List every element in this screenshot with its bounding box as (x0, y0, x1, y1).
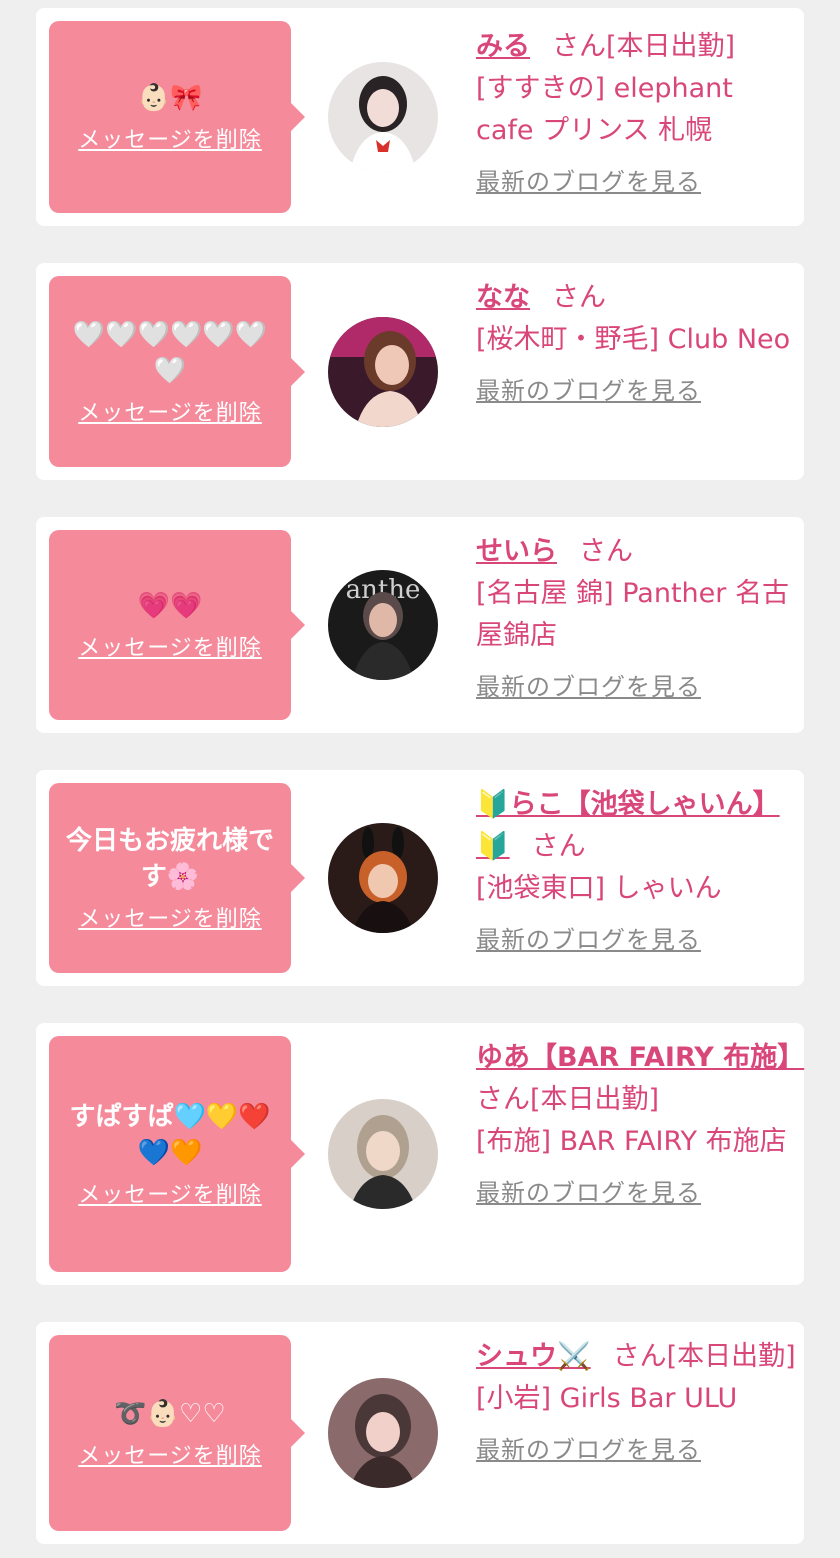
message-text: 👶🏻🎀 (137, 83, 203, 113)
cast-info: ゆあ【BAR FAIRY 布施】さん[本日出勤] [布施] BAR FAIRY … (476, 1037, 804, 1208)
delete-message-link[interactable]: メッセージを削除 (78, 122, 262, 154)
message-bubble: 👶🏻🎀 メッセージを削除 (49, 21, 305, 213)
message-list: 👶🏻🎀 メッセージを削除 みる さん[本日出勤] [すすきの] elephant … (0, 0, 840, 1558)
delete-message-link[interactable]: メッセージを削除 (78, 630, 262, 662)
working-today-badge: [本日出勤] (530, 1084, 660, 1115)
latest-blog-link[interactable]: 最新のブログを見る (476, 667, 701, 702)
avatar[interactable]: anthe (328, 570, 438, 680)
message-bubble: すぱすぱ🩵💛❤️💙🧡 メッセージを削除 (49, 1036, 305, 1272)
message-bubble: 今日もお疲れ様です🌸 メッセージを削除 (49, 783, 305, 973)
cast-name-link[interactable]: シュウ⚔️ (476, 1341, 591, 1372)
name-line: ゆあ【BAR FAIRY 布施】さん[本日出勤] (476, 1037, 804, 1121)
delete-message-link[interactable]: メッセージを削除 (78, 1438, 262, 1470)
shop-name: [桜木町・野毛] Club Neo (476, 324, 791, 355)
cast-name-link[interactable]: ゆあ【BAR FAIRY 布施】 (476, 1042, 804, 1073)
shop-name: [池袋東口] しゃいん (476, 873, 722, 904)
honorific: さん (612, 1341, 667, 1372)
delete-message-link[interactable]: メッセージを削除 (78, 395, 262, 427)
cast-info: なな さん [桜木町・野毛] Club Neo 最新のブログを見る (476, 277, 798, 406)
avatar-image: anthe (328, 570, 438, 680)
name-line: せいら さん (476, 531, 798, 573)
name-line: 🔰らこ【池袋しゃいん】🔰 さん (476, 784, 798, 868)
honorific: さん (552, 31, 606, 62)
cast-name-link[interactable]: みる (476, 31, 530, 62)
latest-blog-link[interactable]: 最新のブログを見る (476, 1430, 701, 1465)
avatar-image (328, 823, 438, 933)
cast-name-link[interactable]: なな (476, 282, 530, 313)
honorific: さん (531, 831, 586, 862)
avatar-image (328, 317, 438, 427)
message-bubble: 💗💗 メッセージを削除 (49, 530, 305, 720)
avatar[interactable] (328, 317, 438, 427)
latest-blog-link[interactable]: 最新のブログを見る (476, 1173, 701, 1208)
message-card: 💗💗 メッセージを削除 anthe せいら さん [名古屋 錦] Panther … (36, 517, 804, 733)
message-card: 今日もお疲れ様です🌸 メッセージを削除 🔰らこ【池袋しゃいん】🔰 さん [池袋東口… (36, 770, 804, 986)
cast-name-link[interactable]: せいら (476, 536, 557, 567)
avatar[interactable] (328, 62, 438, 172)
cast-info: みる さん[本日出勤] [すすきの] elephant cafe プリンス 札幌 … (476, 26, 798, 197)
avatar[interactable] (328, 823, 438, 933)
message-text: 今日もお疲れ様です🌸 (65, 826, 274, 892)
honorific: さん (476, 1084, 530, 1115)
working-today-badge: [本日出勤] (666, 1341, 796, 1372)
avatar-image (328, 1378, 438, 1488)
delete-message-link[interactable]: メッセージを削除 (78, 1177, 262, 1209)
message-bubble: 🤍🤍🤍🤍🤍🤍🤍 メッセージを削除 (49, 276, 305, 467)
cast-info: せいら さん [名古屋 錦] Panther 名古屋錦店 最新のブログを見る (476, 531, 798, 702)
cast-info: 🔰らこ【池袋しゃいん】🔰 さん [池袋東口] しゃいん 最新のブログを見る (476, 784, 798, 955)
avatar-image (328, 62, 438, 172)
message-bubble: ➰👶🏻♡♡ メッセージを削除 (49, 1335, 305, 1531)
name-line: シュウ⚔️ さん[本日出勤] (476, 1336, 798, 1378)
working-today-badge: [本日出勤] (606, 31, 736, 62)
shop-name: [布施] BAR FAIRY 布施店 (476, 1126, 787, 1157)
honorific: さん (552, 282, 606, 313)
honorific: さん (579, 536, 633, 567)
name-line: なな さん (476, 277, 798, 319)
latest-blog-link[interactable]: 最新のブログを見る (476, 162, 701, 197)
latest-blog-link[interactable]: 最新のブログを見る (476, 920, 701, 955)
cast-name-link[interactable]: 🔰らこ【池袋しゃいん】🔰 (476, 789, 780, 862)
message-card: 🤍🤍🤍🤍🤍🤍🤍 メッセージを削除 なな さん [桜木町・野毛] Club Neo … (36, 263, 804, 480)
message-card: すぱすぱ🩵💛❤️💙🧡 メッセージを削除 ゆあ【BAR FAIRY 布施】さん[本… (36, 1023, 804, 1285)
avatar[interactable] (328, 1378, 438, 1488)
name-line: みる さん[本日出勤] (476, 26, 798, 68)
shop-name: [すすきの] elephant cafe プリンス 札幌 (476, 73, 733, 146)
message-text: 🤍🤍🤍🤍🤍🤍🤍 (72, 319, 268, 386)
message-card: ➰👶🏻♡♡ メッセージを削除 シュウ⚔️ さん[本日出勤] [小岩] Girls … (36, 1322, 804, 1544)
delete-message-link[interactable]: メッセージを削除 (78, 901, 262, 933)
avatar[interactable] (328, 1099, 438, 1209)
message-text: 💗💗 (137, 591, 203, 621)
shop-name: [名古屋 錦] Panther 名古屋錦店 (476, 578, 789, 651)
avatar-image (328, 1099, 438, 1209)
message-text: すぱすぱ🩵💛❤️💙🧡 (69, 1102, 271, 1168)
shop-name: [小岩] Girls Bar ULU (476, 1383, 738, 1414)
cast-info: シュウ⚔️ さん[本日出勤] [小岩] Girls Bar ULU 最新のブログを… (476, 1336, 798, 1465)
latest-blog-link[interactable]: 最新のブログを見る (476, 371, 701, 406)
message-text: ➰👶🏻♡♡ (114, 1399, 226, 1429)
message-card: 👶🏻🎀 メッセージを削除 みる さん[本日出勤] [すすきの] elephant … (36, 8, 804, 226)
